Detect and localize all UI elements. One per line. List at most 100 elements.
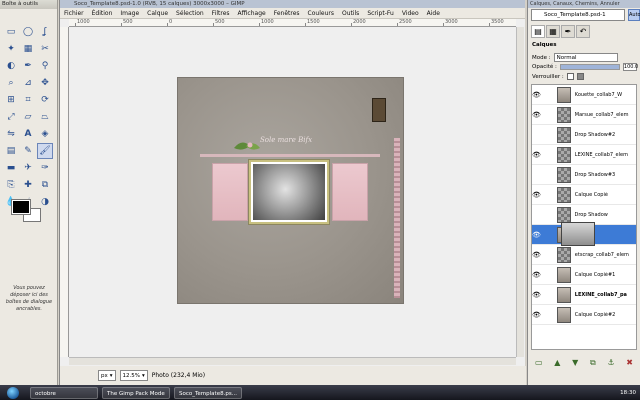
menu-item-0[interactable]: Fichier <box>64 10 84 17</box>
ink-tool-icon[interactable]: ✑ <box>37 160 53 176</box>
vertical-ruler[interactable] <box>60 27 69 357</box>
layer-name: Drop Shadow#2 <box>574 131 616 138</box>
flip-tool-icon[interactable]: ⇋ <box>3 126 19 142</box>
eye-icon[interactable]: 👁 <box>532 231 541 239</box>
rect-select-tool-icon[interactable]: ▭ <box>3 24 19 40</box>
zoom-select[interactable]: 12.5% ▾ <box>119 370 148 381</box>
text-tool-icon[interactable]: A <box>20 126 36 142</box>
measure-tool-icon[interactable]: ⊿ <box>20 75 36 91</box>
tab-channels-icon[interactable]: ▦ <box>546 25 560 38</box>
layer-row[interactable]: 👁 Calque Copié#2 <box>532 305 636 325</box>
menu-item-11[interactable]: Video <box>402 10 419 17</box>
crop-tool-icon[interactable]: ⌗ <box>20 92 36 108</box>
fuzzy-select-tool-icon[interactable]: ✦ <box>3 41 19 57</box>
eye-icon[interactable]: 👁 <box>532 291 541 299</box>
eye-icon[interactable]: 👁 <box>532 151 541 159</box>
bucket-fill-tool-icon[interactable]: ◈ <box>37 126 53 142</box>
align-tool-icon[interactable]: ⊞ <box>3 92 19 108</box>
new-layer-icon[interactable]: ▭ <box>535 358 543 372</box>
menu-item-5[interactable]: Filtres <box>212 10 230 17</box>
menu-item-6[interactable]: Affichage <box>238 10 266 17</box>
layer-row[interactable]: Drop Shadow#3 <box>532 165 636 185</box>
toolbox-window: Boîte à outils ▭ ◯ ʆ ✦ ▦ ✂ ◐ ✒ ⚲ ⌕ ⊿ ✥ ⊞… <box>0 0 58 385</box>
eraser-tool-icon[interactable]: ▬ <box>3 160 19 176</box>
menu-bar: Fichier Édition Image Calque Sélection Filtre… <box>60 8 525 19</box>
vertical-scrollbar[interactable] <box>516 27 524 357</box>
layer-row[interactable]: 👁 Calque Copié <box>532 185 636 205</box>
zoom-tool-icon[interactable]: ⌕ <box>3 75 19 91</box>
task-octobre[interactable]: octobre <box>30 386 98 399</box>
tab-paths-icon[interactable]: ✒ <box>561 25 575 38</box>
opacity-value[interactable]: 100.0 <box>622 63 638 71</box>
heal-tool-icon[interactable]: ✚ <box>20 177 36 193</box>
move-tool-icon[interactable]: ✥ <box>37 75 53 91</box>
foreground-select-tool-icon[interactable]: ◐ <box>3 58 19 74</box>
scale-tool-icon[interactable]: ⤢ <box>3 109 19 125</box>
perspective-clone-tool-icon[interactable]: ⧉ <box>37 177 53 193</box>
layer-row[interactable]: 👁 etscrap_collab7_elem <box>532 245 636 265</box>
layer-name: Kouette_collab7_W <box>574 91 623 98</box>
task-gimp-pack[interactable]: The Gimp Pack Mode <box>102 386 170 399</box>
layer-row[interactable]: 👁 LEXINE_collab7_elem <box>532 145 636 165</box>
menu-item-1[interactable]: Édition <box>92 10 113 17</box>
tab-layers-icon[interactable]: ▤ <box>531 25 545 38</box>
anchor-layer-icon[interactable]: ⚓ <box>607 358 614 372</box>
menu-item-9[interactable]: Outils <box>342 10 359 17</box>
menu-item-2[interactable]: Image <box>120 10 139 17</box>
free-select-tool-icon[interactable]: ʆ <box>37 24 53 40</box>
eye-icon[interactable]: 👁 <box>532 311 541 319</box>
horizontal-scrollbar[interactable] <box>69 357 516 365</box>
color-select-tool-icon[interactable]: ▦ <box>20 41 36 57</box>
auto-button[interactable]: Auto <box>628 9 640 21</box>
tab-undo-icon[interactable]: ↶ <box>576 25 590 38</box>
layer-row[interactable]: 👁 LEXINE_collab7_pa <box>532 285 636 305</box>
horizontal-ruler[interactable]: 1000 500 0 500 1000 1500 2000 2500 3000 3500 <box>69 19 516 27</box>
color-picker-tool-icon[interactable]: ⚲ <box>37 58 53 74</box>
image-select[interactable]: Soco_Template8.psd-1 <box>531 9 625 21</box>
lock-alpha-checkbox[interactable] <box>566 73 574 80</box>
paintbrush-tool-icon[interactable]: 🖌 <box>37 143 53 159</box>
eye-icon[interactable]: 👁 <box>532 271 541 279</box>
delete-layer-icon[interactable]: ✖ <box>626 358 633 372</box>
paths-tool-icon[interactable]: ✒ <box>20 58 36 74</box>
menu-item-3[interactable]: Calque <box>147 10 168 17</box>
chevron-down-icon: ▾ <box>109 372 113 379</box>
layer-row[interactable]: 👁 Marsue_collab7_elem <box>532 105 636 125</box>
lower-layer-icon[interactable]: ▼ <box>572 358 578 372</box>
layer-row[interactable]: 👁 Calque Copié#1 <box>532 265 636 285</box>
mode-select[interactable]: Normal <box>553 53 618 62</box>
perspective-tool-icon[interactable]: ⏢ <box>37 109 53 125</box>
shear-tool-icon[interactable]: ▱ <box>20 109 36 125</box>
eye-icon[interactable]: 👁 <box>532 111 541 119</box>
clone-tool-icon[interactable]: ⎘ <box>3 177 19 193</box>
lock-pixels-icon[interactable] <box>576 73 584 80</box>
layer-name: Drop Shadow <box>574 211 608 218</box>
layer-row[interactable]: 👁 Kouette_collab7_W <box>532 85 636 105</box>
menu-item-8[interactable]: Couleurs <box>308 10 334 17</box>
opacity-slider[interactable] <box>559 64 620 70</box>
rotate-tool-icon[interactable]: ⟳ <box>37 92 53 108</box>
task-soco-template[interactable]: Soco_Template8.ps... <box>174 386 242 399</box>
eye-icon[interactable]: 👁 <box>532 91 541 99</box>
fg-bg-colors[interactable] <box>11 199 42 224</box>
menu-item-10[interactable]: Script-Fu <box>367 10 394 17</box>
canvas-image[interactable]: Sole mare Bifx <box>178 78 403 303</box>
scissors-tool-icon[interactable]: ✂ <box>37 41 53 57</box>
eye-icon[interactable]: 👁 <box>532 251 541 259</box>
start-button[interactable] <box>0 385 26 400</box>
pencil-tool-icon[interactable]: ✎ <box>20 143 36 159</box>
menu-item-4[interactable]: Sélection <box>176 10 204 17</box>
foreground-color-swatch[interactable] <box>11 199 31 215</box>
duplicate-layer-icon[interactable]: ⧉ <box>590 358 596 372</box>
menu-item-12[interactable]: Aide <box>427 10 440 17</box>
unit-select[interactable]: px ▾ <box>98 370 116 381</box>
raise-layer-icon[interactable]: ▲ <box>554 358 560 372</box>
blend-tool-icon[interactable]: ▤ <box>3 143 19 159</box>
ruler-tick <box>397 23 398 26</box>
ellipse-select-tool-icon[interactable]: ◯ <box>20 24 36 40</box>
layer-row[interactable]: Drop Shadow#2 <box>532 125 636 145</box>
lace-decoration <box>394 138 400 298</box>
menu-item-7[interactable]: Fenêtres <box>274 10 300 17</box>
airbrush-tool-icon[interactable]: ✈ <box>20 160 36 176</box>
eye-icon[interactable]: 👁 <box>532 191 541 199</box>
